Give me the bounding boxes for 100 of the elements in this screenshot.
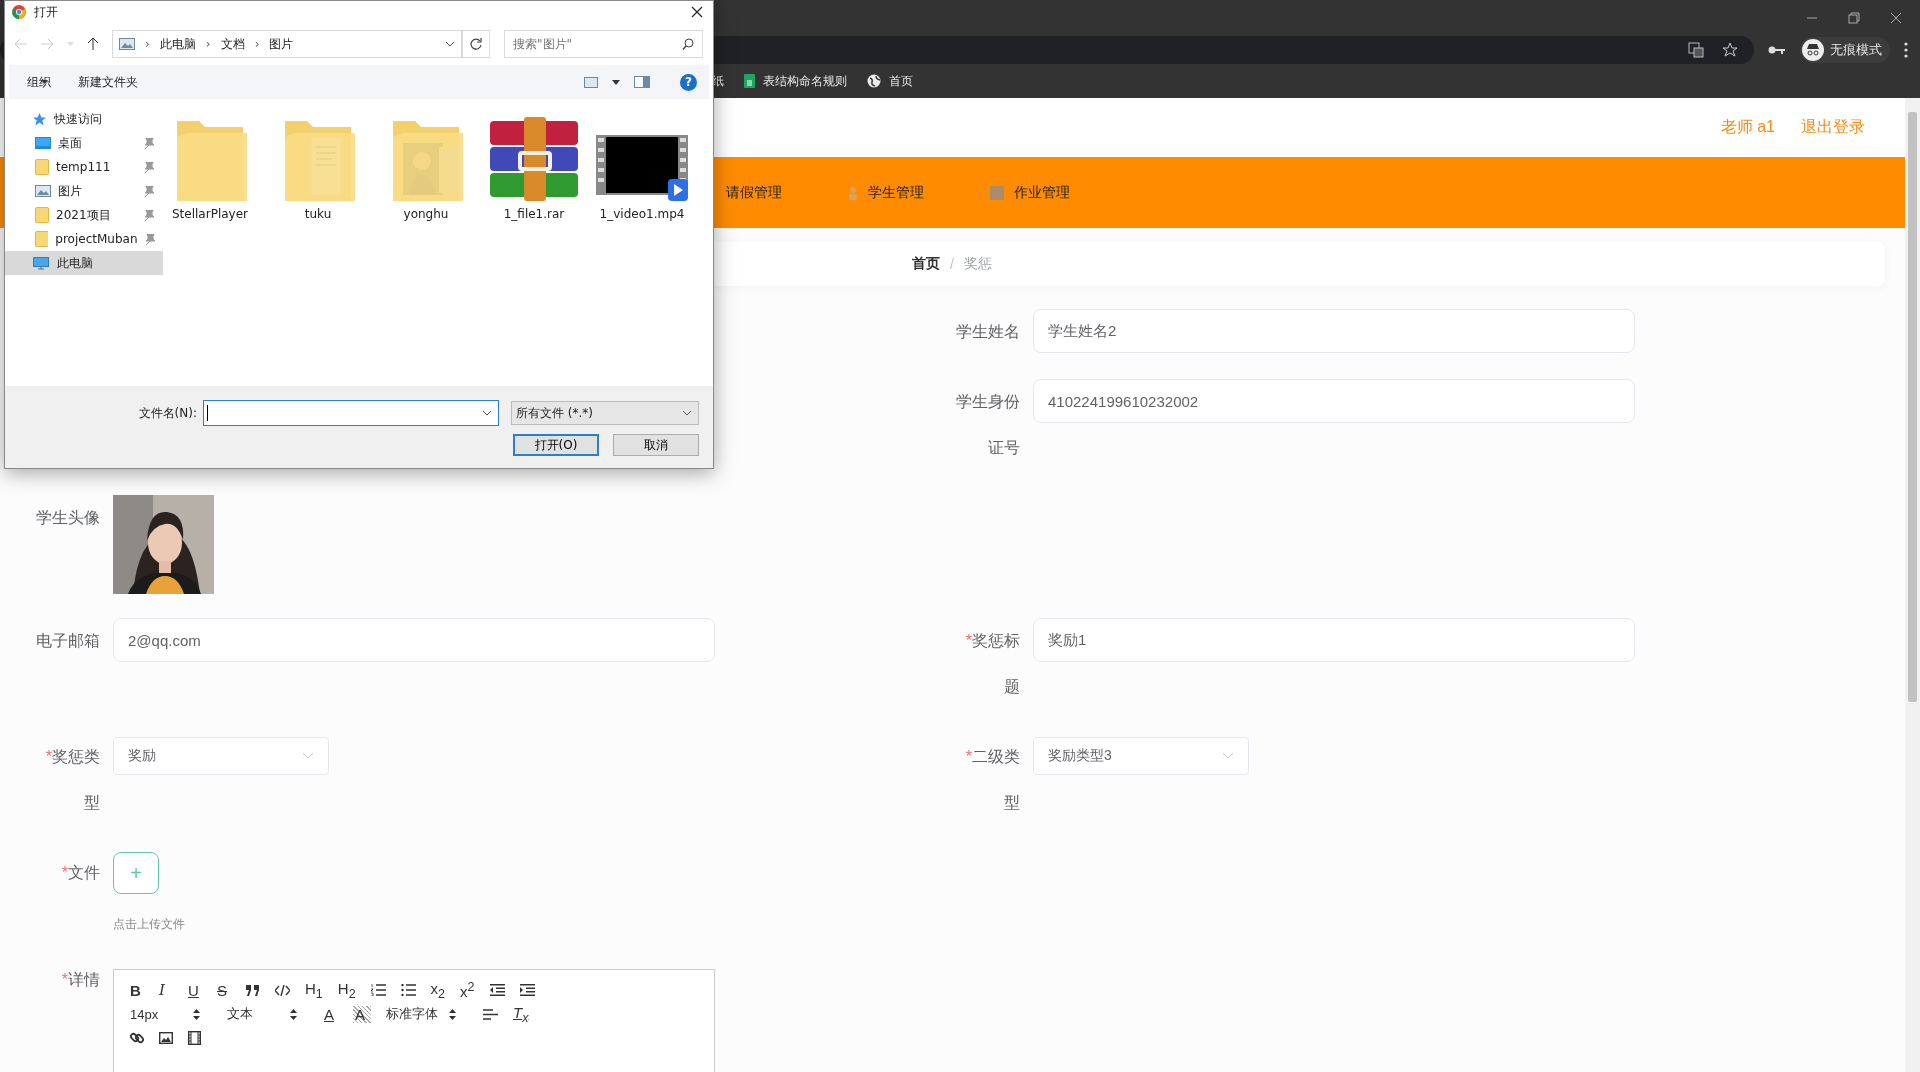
nav-pane-item[interactable]: projectMuban <box>5 227 163 251</box>
path-segment[interactable]: 图片 <box>269 35 294 53</box>
heading-button[interactable]: H$_{2}$ <box>337 979 356 1001</box>
desktop-icon <box>35 137 51 149</box>
folder-icon <box>35 231 49 247</box>
nav-item[interactable]: 学生管理 <box>848 183 924 202</box>
image-icon[interactable] <box>159 1032 173 1044</box>
outdent-icon[interactable] <box>489 984 505 996</box>
new-folder-button[interactable]: 新建文件夹 <box>78 73 138 91</box>
help-button[interactable]: ? <box>680 73 697 91</box>
updown-icon <box>449 1008 456 1020</box>
toolbar-select[interactable]: 文本 <box>227 1005 297 1023</box>
chevron-icon <box>682 410 692 416</box>
pin-icon[interactable] <box>144 137 155 149</box>
up-arrow-icon[interactable] <box>88 38 98 50</box>
script-button[interactable]: x$_{2}$ <box>430 979 446 1001</box>
nav-pane-item[interactable]: 桌面 <box>5 131 163 155</box>
toolbar-select[interactable]: 14px <box>130 1006 200 1022</box>
pin-icon[interactable] <box>144 233 155 245</box>
menu-icon[interactable] <box>1904 42 1908 58</box>
nav-item[interactable]: 请假管理 <box>726 183 782 202</box>
field-label: 学生头像 <box>35 508 100 528</box>
nav-pane-item[interactable]: 图片 <box>5 179 163 203</box>
bold-button[interactable]: B <box>130 981 144 999</box>
select-field[interactable]: 奖励类型3 <box>1033 737 1249 775</box>
film-icon[interactable] <box>188 1031 201 1045</box>
script-button[interactable]: x$^{2}$ <box>460 980 475 1000</box>
strike-button[interactable]: S <box>217 981 231 999</box>
app-icon <box>12 5 26 19</box>
code-icon[interactable] <box>275 984 290 996</box>
chevron-icon <box>302 752 314 760</box>
heading-button[interactable]: H$_{1}$ <box>305 979 323 1001</box>
nav-pane-item[interactable]: temp111 <box>5 155 163 179</box>
quote-icon[interactable] <box>246 984 260 996</box>
star-icon[interactable] <box>1722 42 1738 58</box>
path-separator: › <box>254 37 260 51</box>
text-field[interactable]: 410224199610232002 <box>1033 379 1635 423</box>
file-item[interactable]: 1_file1.rar <box>487 111 581 221</box>
breadcrumb-separator: / <box>950 256 954 272</box>
file-item[interactable]: StellarPlayer <box>163 111 257 221</box>
search-field[interactable]: 搜索"图片" <box>504 30 703 58</box>
pin-icon[interactable] <box>144 209 155 221</box>
square-icon <box>990 185 1004 200</box>
toolbar-select[interactable]: 标准字体 <box>386 1005 456 1023</box>
text-field[interactable]: 2@qq.com <box>113 618 715 662</box>
caret-icon <box>41 80 48 84</box>
file-item[interactable]: tuku <box>271 111 365 221</box>
address-field[interactable]: › 此电脑 › 文档 › 图片 <box>112 30 462 58</box>
filename-field[interactable] <box>203 400 499 426</box>
file-item[interactable]: yonghu <box>379 111 473 221</box>
pictures-icon <box>119 38 135 50</box>
restore-icon[interactable] <box>1848 12 1860 24</box>
indent-icon[interactable] <box>519 984 535 996</box>
underline-button[interactable]: U <box>188 981 202 999</box>
bookmark[interactable]: 首页 <box>867 72 913 90</box>
dialog-button[interactable]: 取消 <box>613 434 699 456</box>
scrollbar[interactable] <box>1905 98 1920 1072</box>
close-icon[interactable] <box>691 6 703 18</box>
file-type-select[interactable]: 所有文件 (*.*) <box>511 401 699 425</box>
text-field[interactable]: 奖励1 <box>1033 618 1635 662</box>
nav-pane-item[interactable]: 2021项目 <box>5 203 163 227</box>
dropdown-icon[interactable] <box>612 79 620 85</box>
rich-text-editor[interactable]: B I U S H$_{1}$ H$_{2}$ x$_{2}$ x$^{2}$ 14px 文本 A A 标准字体 T$_{x}$ <box>113 969 715 1072</box>
bookmark[interactable]: 表结构命名规则 <box>744 72 847 90</box>
clear-button[interactable]: T$_{x}$ <box>513 1003 529 1025</box>
link-icon[interactable] <box>130 1031 144 1045</box>
field-label: *详情 <box>60 970 100 990</box>
sheet-icon <box>744 74 755 88</box>
path-segment[interactable]: 文档 <box>220 35 245 53</box>
pin-icon[interactable] <box>144 185 155 197</box>
refresh-button[interactable] <box>462 30 490 58</box>
chevron-icon[interactable] <box>445 41 455 47</box>
scrollbar-thumb[interactable] <box>1908 112 1917 702</box>
key-icon[interactable] <box>1768 44 1786 56</box>
color-button[interactable]: A <box>324 1005 338 1023</box>
upload-hint: 点击上传文件 <box>113 916 185 933</box>
align-icon[interactable] <box>483 1008 498 1020</box>
pictures-icon <box>35 185 51 197</box>
view-icon[interactable] <box>584 76 598 88</box>
nav-pane-item[interactable]: 快速访问 <box>5 107 163 131</box>
field-label: 电子邮箱 <box>35 631 100 651</box>
breadcrumb-item[interactable]: 首页 <box>912 255 940 273</box>
preview-pane-icon[interactable] <box>634 76 650 88</box>
file-item[interactable]: 1_video1.mp4 <box>595 111 689 221</box>
pin-icon[interactable] <box>144 161 155 173</box>
list-icon[interactable] <box>370 984 386 996</box>
person-icon <box>848 185 858 200</box>
select-field[interactable]: 奖励 <box>113 737 329 775</box>
text-field[interactable]: 学生姓名2 <box>1033 309 1635 353</box>
chevron-icon[interactable] <box>482 410 492 416</box>
translate-icon[interactable] <box>1688 42 1704 58</box>
path-separator: › <box>145 37 150 51</box>
path-segment[interactable]: 此电脑 <box>159 35 196 53</box>
list-icon[interactable] <box>400 984 416 996</box>
incognito-button[interactable]: 无痕模式 <box>1800 37 1890 63</box>
dialog-button[interactable]: 打开(O) <box>513 434 599 456</box>
italic-button[interactable]: I <box>159 981 173 999</box>
nav-pane-item[interactable]: 此电脑 <box>5 251 163 275</box>
background-button[interactable]: A <box>353 1005 371 1023</box>
nav-item[interactable]: 作业管理 <box>990 183 1070 202</box>
